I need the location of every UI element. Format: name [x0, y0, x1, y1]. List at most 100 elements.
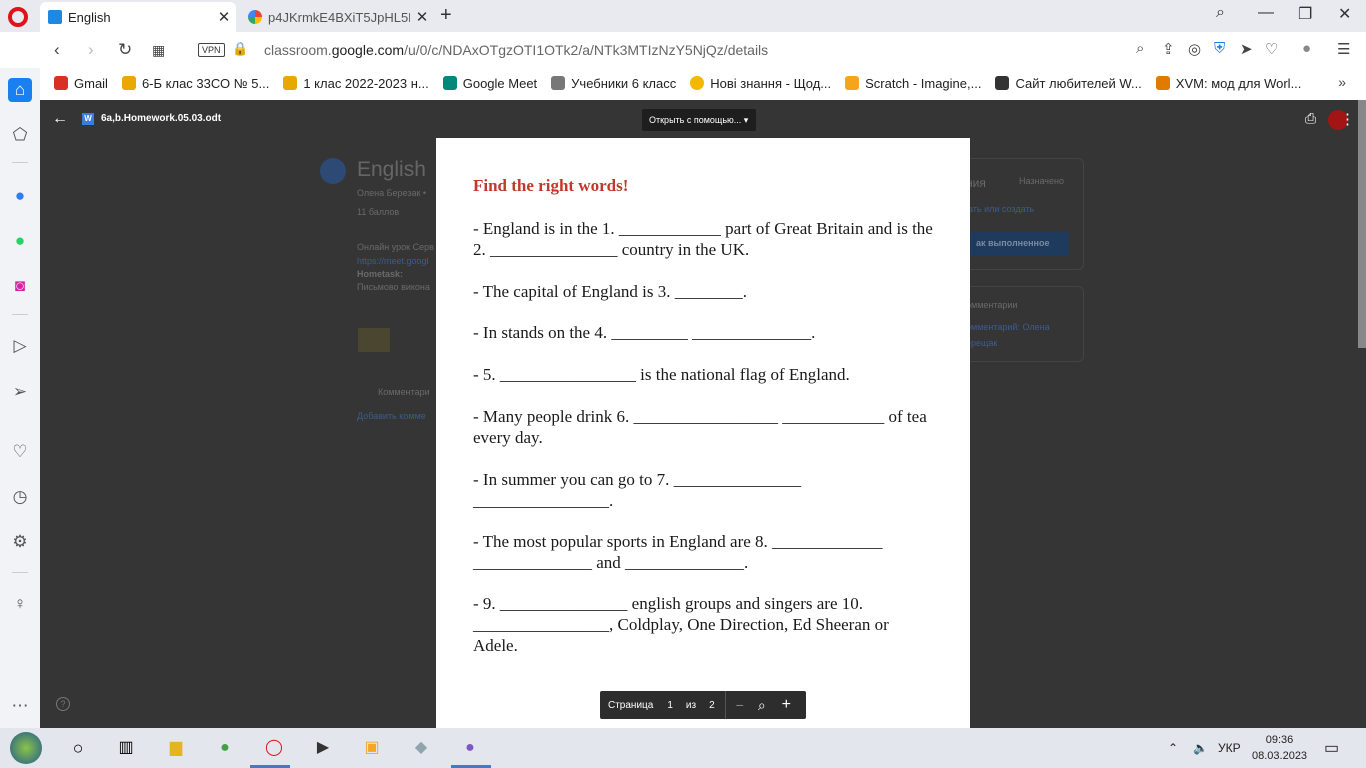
vpn-badge[interactable]: VPN [198, 43, 225, 57]
teacher-name: Олена Березак • [357, 188, 427, 198]
private-comment-link-2[interactable]: ерещак [966, 338, 997, 348]
home-icon[interactable]: ⌂ [8, 78, 32, 102]
bookmark-novi-znannya[interactable]: Нові знання - Щод... [690, 76, 831, 91]
history-icon[interactable]: ◷ [8, 485, 32, 509]
instagram-icon[interactable]: ◙ [8, 274, 32, 298]
question-9-10: - 9. _______________ english groups and … [473, 594, 889, 655]
tab-photo[interactable]: p4JKrmkE4BXiT5JpHL5Fwe ✕ [240, 2, 434, 32]
settings-gear-icon[interactable]: ⚙ [8, 530, 32, 554]
bookmark-gmail[interactable]: Gmail [54, 76, 108, 91]
heart-icon[interactable]: ♡ [1265, 40, 1278, 58]
close-tab-icon[interactable]: ✕ [410, 8, 434, 26]
tab-title: English [68, 9, 111, 25]
messenger-icon[interactable]: ● [8, 184, 32, 208]
book-icon [551, 76, 566, 90]
bookmark-class-1[interactable]: 1 клас 2022-2023 н... [283, 76, 429, 91]
tab-grid-icon[interactable]: ▦ [152, 42, 165, 59]
search-tabs-icon[interactable]: ⌕ [1216, 4, 1225, 22]
sun-icon [690, 76, 705, 90]
shield-icon [995, 76, 1010, 90]
speed-dial-icon[interactable]: ⬠ [8, 123, 32, 147]
send-icon[interactable]: ➤ [1240, 40, 1253, 58]
new-tab-button[interactable]: + [440, 4, 452, 27]
share-icon[interactable]: ⇪ [1162, 40, 1175, 58]
tab-strip: English ✕ p4JKrmkE4BXiT5JpHL5Fwe ✕ + ⌕ —… [0, 0, 1366, 32]
forward-button[interactable]: › [88, 40, 94, 60]
page-of-label: из [685, 699, 697, 711]
url-field[interactable]: classroom.google.com/u/0/c/NDAxOTgzOTI1O… [264, 42, 768, 58]
send-icon[interactable]: ➢ [8, 380, 32, 404]
mark-done-button[interactable]: ак выполненное [968, 232, 1069, 256]
file-name: 6a,b.Homework.05.03.odt [101, 113, 222, 124]
current-page-input[interactable]: 1 [667, 700, 673, 711]
page-label: Страница [608, 699, 654, 711]
open-with-button[interactable]: Открыть с помощью... ▾ [642, 109, 756, 131]
add-create-button[interactable]: ать или создать [968, 204, 1034, 214]
homework-text: Письмово викона [357, 282, 430, 292]
bookmark-xvm[interactable]: XVM: мод для Worl... [1155, 76, 1301, 91]
notifications-icon[interactable]: ▭ [1324, 738, 1339, 758]
zoom-in-icon[interactable]: + [782, 696, 791, 714]
bookmark-scratch[interactable]: Scratch - Imagine,... [845, 76, 981, 91]
scratch-icon [845, 76, 860, 90]
media-player-icon[interactable]: ▶ [311, 736, 335, 760]
bookmark-google-meet[interactable]: Google Meet [442, 76, 537, 91]
bookmark-label: Scratch - Imagine,... [865, 75, 982, 91]
start-button-icon[interactable] [10, 732, 42, 764]
minimize-button[interactable]: — [1258, 4, 1274, 22]
more-options-icon[interactable]: ⋮ [1340, 110, 1355, 128]
print-icon[interactable]: ⎙ [1305, 110, 1316, 127]
virtual-drive-icon[interactable]: ◆ [409, 736, 433, 760]
meeting-link[interactable]: https://meet.googl [357, 256, 429, 266]
private-comment-link[interactable]: омментарий: Олена [966, 322, 1050, 332]
easy-setup-icon[interactable]: ☰ [1337, 40, 1350, 58]
tray-chevron-up-icon[interactable]: ⌃ [1168, 741, 1178, 755]
question-6: - Many people drink 6. _________________… [473, 407, 927, 447]
bookmark-label: Gmail [74, 75, 108, 91]
attachment-thumbnail[interactable] [358, 328, 390, 352]
close-window-button[interactable]: ✕ [1338, 4, 1351, 24]
lock-icon[interactable]: 🔒 [232, 41, 248, 57]
camera-icon[interactable]: ◎ [1188, 40, 1201, 58]
xvm-icon [1155, 76, 1170, 90]
help-icon[interactable]: ? [56, 697, 70, 711]
scrollbar[interactable] [1358, 100, 1366, 348]
player-icon[interactable]: ▷ [8, 334, 32, 358]
add-comment-link[interactable]: Добавить комме [357, 411, 426, 421]
tab-english[interactable]: English ✕ [40, 2, 236, 32]
viber-icon[interactable]: ● [458, 736, 482, 760]
app-icon[interactable]: ▣ [360, 736, 384, 760]
more-bookmarks-icon[interactable]: » [1338, 74, 1346, 90]
bookmark-class-6b[interactable]: 6-Б клас 33СО № 5... [121, 76, 269, 91]
system-clock[interactable]: 09:36 08.03.2023 [1252, 732, 1307, 764]
back-arrow-icon[interactable]: ← [52, 110, 68, 128]
zoom-icon[interactable]: ⌕ [758, 697, 766, 714]
opera-taskbar-icon[interactable]: ◯ [262, 736, 286, 760]
chevron-down-icon: ▾ [743, 115, 749, 125]
file-explorer-icon[interactable]: ▆ [164, 736, 188, 760]
input-language[interactable]: УКР [1218, 741, 1241, 755]
bookmark-label: Нові знання - Щод... [710, 75, 832, 91]
lightbulb-icon[interactable]: ♀ [8, 592, 32, 616]
bookmark-wot-fans[interactable]: Сайт любителей W... [995, 76, 1142, 91]
restore-button[interactable]: ❐ [1298, 4, 1312, 24]
whatsapp-icon[interactable]: ● [8, 229, 32, 253]
task-view-icon[interactable]: ▥ [114, 736, 138, 760]
worksheet-heading: Find the right words! [473, 176, 629, 195]
back-button[interactable]: ‹ [54, 40, 60, 60]
mark-done-label: ак выполненное [976, 238, 1050, 248]
heart-icon[interactable]: ♡ [8, 440, 32, 464]
profile-icon[interactable]: ● [1302, 40, 1311, 57]
search-page-icon[interactable]: ⌕ [1136, 40, 1144, 57]
more-options-icon[interactable]: ⋯ [8, 694, 32, 718]
utorrent-icon[interactable]: ● [213, 736, 237, 760]
search-circle-icon[interactable]: ○ [66, 736, 90, 760]
zoom-out-icon[interactable]: − [736, 697, 744, 713]
bookmark-textbooks[interactable]: Учебники 6 класс [551, 76, 676, 91]
opera-logo-icon[interactable] [8, 7, 28, 27]
volume-icon[interactable]: 🔈 [1193, 741, 1208, 755]
close-tab-icon[interactable]: ✕ [212, 8, 236, 26]
adblock-shield-icon[interactable]: ⛨ [1214, 40, 1225, 57]
open-with-label: Открыть с помощью... [649, 115, 742, 125]
reload-button[interactable]: ↻ [118, 40, 132, 60]
